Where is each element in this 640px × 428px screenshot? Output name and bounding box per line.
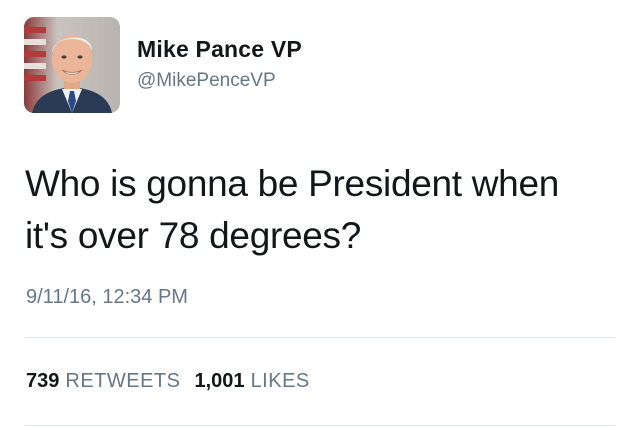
retweets-label: RETWEETS [65, 370, 181, 392]
divider [25, 425, 615, 426]
likes-count: 1,001 [194, 370, 245, 392]
tweet-text-line: it's over 78 degrees? [25, 215, 362, 256]
tweet-timestamp[interactable]: 9/11/16, 12:34 PM [26, 286, 188, 309]
retweets-count: 739 [26, 370, 60, 392]
profile-photo-icon [24, 17, 120, 113]
author-handle[interactable]: @MikePenceVP [137, 70, 276, 92]
likes-label: LIKES [250, 370, 310, 392]
tweet-stats: 739 RETWEETS 1,001 LIKES [26, 370, 310, 393]
author-display-name[interactable]: Mike Pance VP [137, 36, 302, 63]
tweet-text: Who is gonna be President when it's over… [25, 158, 625, 262]
tweet-card: Mike Pance VP @MikePenceVP Who is gonna … [0, 0, 640, 428]
avatar[interactable] [24, 17, 120, 113]
retweets-stat[interactable]: 739 RETWEETS [26, 370, 181, 392]
tweet-text-line: Who is gonna be President when [25, 163, 560, 204]
divider [25, 337, 615, 338]
likes-stat[interactable]: 1,001 LIKES [195, 370, 310, 392]
